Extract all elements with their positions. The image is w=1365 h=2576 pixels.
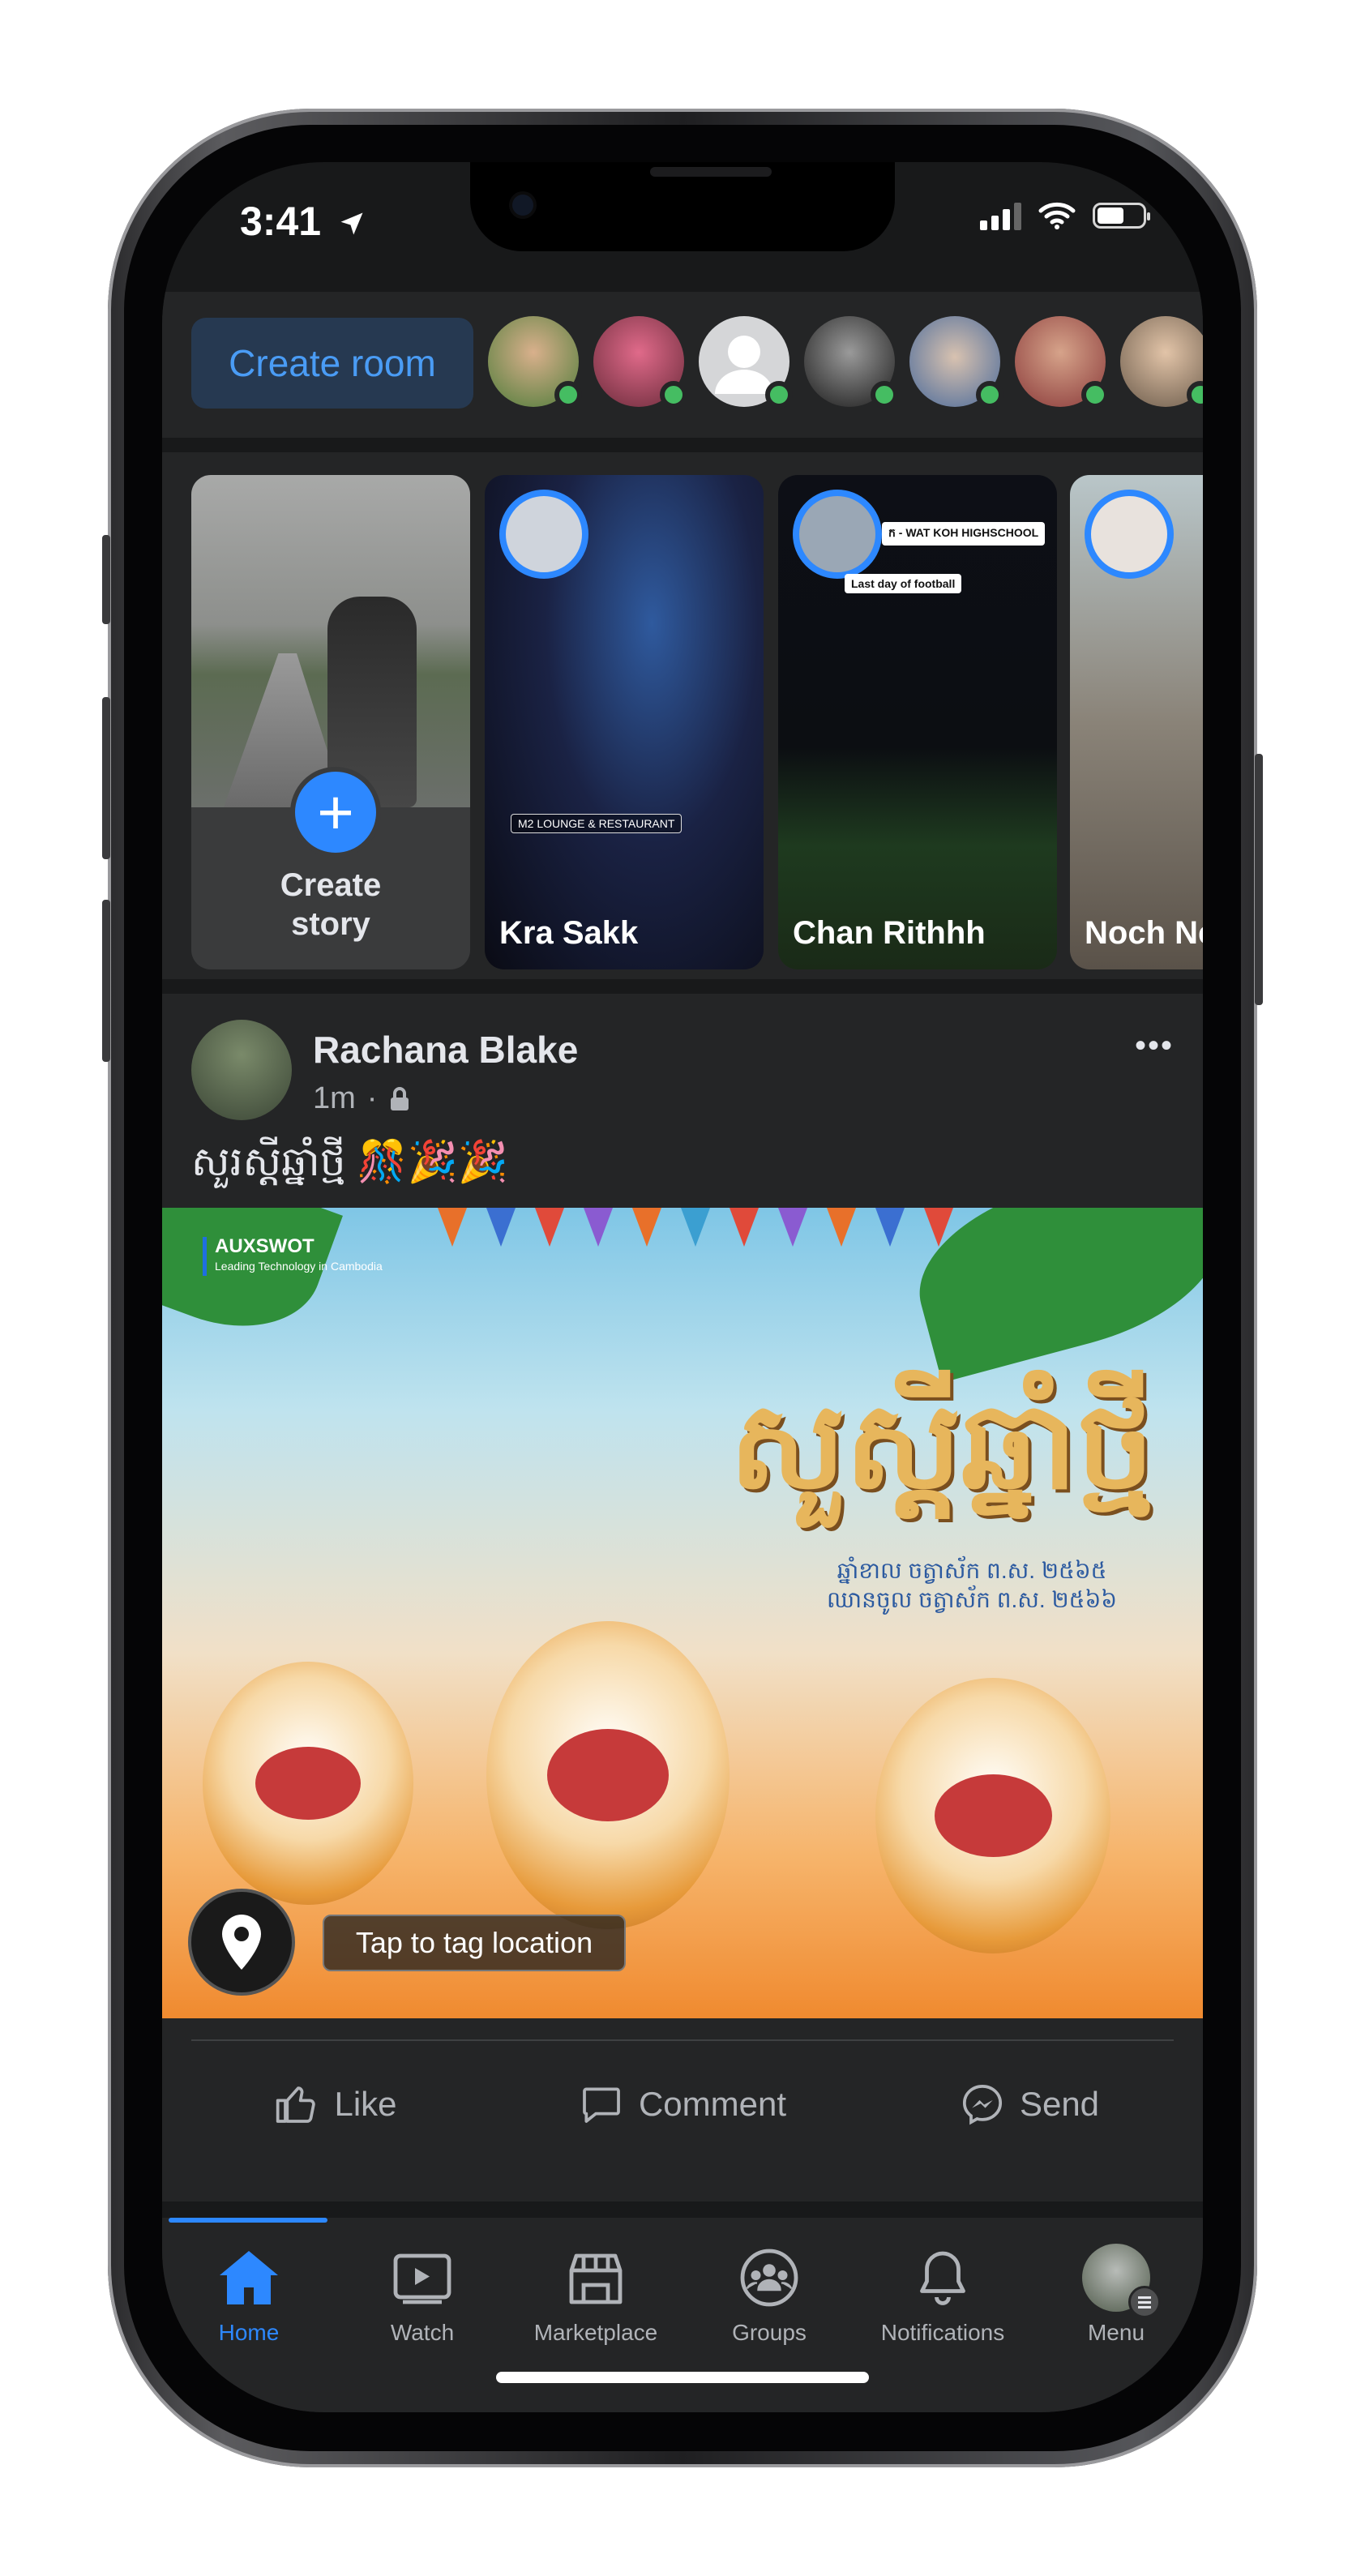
wifi-icon — [1038, 202, 1076, 229]
online-dot — [660, 381, 687, 409]
post-time: 1m — [313, 1081, 356, 1115]
tag-location-chip[interactable]: Tap to tag location — [323, 1915, 626, 1971]
hamburger-badge-icon — [1128, 2286, 1161, 2318]
create-story-card[interactable]: + Create story — [191, 475, 470, 969]
story-card[interactable]: ក - WAT KOH HIGHSCHOOL Last day of footb… — [778, 475, 1057, 969]
volume-up-button — [102, 697, 110, 859]
like-button[interactable]: Like — [162, 2056, 509, 2153]
messenger-icon — [962, 2084, 1002, 2125]
screen: 3:41 Create room + Create story M2 LOUNG… — [162, 162, 1203, 2412]
speaker — [650, 167, 772, 177]
more-options-button[interactable]: ••• — [1135, 1028, 1174, 1064]
location-pin-button[interactable] — [188, 1889, 295, 1996]
tab-home[interactable]: Home — [162, 2244, 336, 2346]
story-card[interactable]: Noch Ne — [1070, 475, 1203, 969]
stories-tray: + Create story M2 LOUNGE & RESTAURANT Kr… — [162, 452, 1203, 979]
post-image[interactable]: AUXSWOT Leading Technology in Cambodia ស… — [162, 1208, 1203, 2018]
create-room-button[interactable]: Create room — [191, 318, 473, 409]
tab-groups[interactable]: Groups — [682, 2244, 856, 2346]
home-icon — [220, 2251, 278, 2304]
marketplace-icon — [569, 2253, 623, 2304]
actions-divider — [191, 2039, 1174, 2041]
tab-watch[interactable]: Watch — [336, 2244, 509, 2346]
send-button[interactable]: Send — [856, 2056, 1203, 2153]
profile-photo — [191, 475, 470, 807]
story-location-tag: M2 LOUNGE & RESTAURANT — [511, 814, 682, 833]
thumbs-up-icon — [276, 2086, 316, 2123]
post-actions: Like Comment Send — [162, 2056, 1203, 2153]
image-title: សួស្ដីឆ្នាំថ្មី — [730, 1377, 1154, 1513]
online-friend-avatar[interactable] — [804, 316, 898, 409]
online-friend-avatar[interactable] — [909, 316, 1003, 409]
palm-leaf-shape — [162, 1208, 343, 1354]
comment-bubble-icon — [583, 2087, 620, 2123]
story-card[interactable]: M2 LOUNGE & RESTAURANT Kra Sakk — [485, 475, 764, 969]
status-icons — [980, 201, 1150, 230]
meta-separator: · — [366, 1081, 378, 1115]
tab-menu[interactable]: Menu — [1029, 2244, 1203, 2346]
story-avatar — [793, 490, 882, 579]
post-meta: 1m · — [313, 1081, 411, 1116]
watch-icon — [393, 2253, 451, 2304]
online-dot — [1187, 381, 1203, 409]
silent-switch — [102, 535, 110, 624]
groups-icon — [740, 2249, 798, 2307]
home-indicator[interactable] — [496, 2372, 869, 2383]
location-arrow-icon — [340, 212, 363, 235]
online-friend-avatar[interactable] — [593, 316, 687, 409]
status-time: 3:41 — [240, 198, 366, 245]
online-friend-avatar[interactable] — [488, 316, 582, 409]
bottom-tab-bar: Home Watch Marketplace Groups Notificati… — [162, 2218, 1203, 2412]
author-name[interactable]: Rachana Blake — [313, 1028, 578, 1072]
online-dot — [765, 381, 793, 409]
tiger-illustration — [203, 1662, 413, 1905]
rooms-bar: Create room — [162, 292, 1203, 438]
image-subtitle: ឆ្នាំខាល ចត្វាស័ក ព.ស. ២៥៦៥ ឈានចូល ចត្វា… — [827, 1558, 1118, 1612]
author-avatar[interactable] — [191, 1020, 292, 1120]
notch — [470, 162, 895, 251]
power-button — [1255, 754, 1263, 1005]
comment-button[interactable]: Comment — [509, 2056, 856, 2153]
story-name: Chan Rithhh — [793, 915, 986, 951]
feed-post: Rachana Blake 1m · ••• សួរស្ដីឆ្នាំថ្មី … — [162, 994, 1203, 2202]
tab-marketplace[interactable]: Marketplace — [509, 2244, 682, 2346]
online-friend-avatar[interactable] — [699, 316, 793, 409]
tab-notifications[interactable]: Notifications — [856, 2244, 1029, 2346]
image-brand: AUXSWOT Leading Technology in Cambodia — [203, 1237, 383, 1276]
story-name: Noch Ne — [1085, 915, 1203, 951]
volume-down-button — [102, 900, 110, 1062]
story-name: Kra Sakk — [499, 915, 639, 951]
lock-icon — [391, 1086, 409, 1110]
story-avatar — [499, 490, 588, 579]
online-friend-avatar[interactable] — [1015, 316, 1109, 409]
story-avatar — [1085, 490, 1174, 579]
post-text: សួរស្ដីឆ្នាំថ្មី 🎊🎉🎉 — [191, 1139, 509, 1184]
cellular-signal-icon — [980, 201, 1021, 230]
online-dot — [976, 381, 1003, 409]
create-story-label: Create story — [280, 867, 382, 942]
plus-icon: + — [290, 767, 381, 858]
story-text-tag: ក - WAT KOH HIGHSCHOOL — [882, 522, 1046, 546]
map-pin-icon — [222, 1915, 261, 1970]
story-text-tag: Last day of football — [845, 574, 962, 593]
online-dot — [1081, 381, 1109, 409]
online-dot — [554, 381, 582, 409]
tiger-illustration — [875, 1678, 1110, 1953]
online-friend-avatar[interactable] — [1120, 316, 1203, 409]
bunting-flags — [438, 1208, 1005, 1305]
bell-icon — [920, 2251, 965, 2305]
tiger-illustration — [486, 1621, 730, 1929]
battery-icon — [1093, 203, 1150, 229]
front-camera — [512, 195, 533, 216]
online-dot — [871, 381, 898, 409]
active-tab-indicator — [169, 2218, 327, 2223]
